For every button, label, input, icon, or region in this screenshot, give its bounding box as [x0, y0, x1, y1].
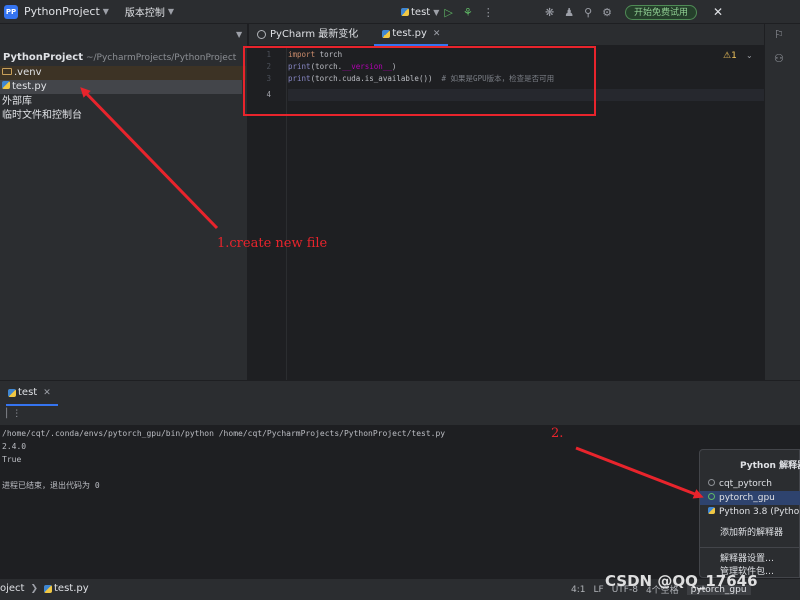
- add-user-icon[interactable]: ♟: [564, 6, 574, 19]
- settings-icon[interactable]: ⚙: [602, 6, 612, 19]
- chevron-down-icon: ▼: [102, 7, 109, 16]
- python-file-icon: [401, 8, 409, 16]
- ai-assistant-icon[interactable]: ❋: [545, 6, 554, 19]
- chevron-right-icon: ❯: [30, 583, 39, 594]
- vcs-label: 版本控制: [124, 8, 165, 19]
- python-file-icon: [2, 81, 10, 89]
- radio-icon: [708, 479, 715, 486]
- warning-indicator[interactable]: ⚠1: [723, 51, 737, 61]
- tab-label: test.py: [392, 27, 427, 39]
- tab-whats-new[interactable]: PyCharm 最新变化: [249, 24, 366, 46]
- run-config-label: test: [411, 6, 431, 18]
- root-project-path: ~/PycharmProjects/PythonProject: [85, 53, 237, 63]
- code-highlight-box: [243, 46, 596, 116]
- close-tab-icon[interactable]: ✕: [433, 23, 441, 45]
- popup-divider: [700, 547, 800, 548]
- tree-item-test-py[interactable]: test.py: [0, 80, 242, 94]
- run-tab-test[interactable]: test ✕: [8, 387, 51, 398]
- tree-item-label: 外部库: [2, 96, 32, 107]
- more-icon[interactable]: ⋮: [483, 6, 494, 19]
- search-icon[interactable]: ⚲: [584, 6, 592, 19]
- breadcrumb: oject ❯ test.py: [0, 583, 89, 594]
- folder-icon: [2, 68, 12, 75]
- ai-chat-icon[interactable]: ⚇: [774, 52, 784, 65]
- vcs-menu[interactable]: 版本控制 ▼: [125, 4, 174, 19]
- run-config-selector[interactable]: test ▼: [401, 7, 439, 18]
- add-interpreter-item[interactable]: 添加新的解释器: [700, 526, 800, 540]
- python-icon: [708, 507, 715, 514]
- run-toolbar-more[interactable]: │ ⋮: [4, 409, 21, 419]
- python-file-icon: [382, 29, 391, 38]
- tab-test-py[interactable]: test.py ✕: [374, 23, 449, 46]
- tree-item-scratches[interactable]: 临时文件和控制台: [2, 109, 82, 123]
- close-tab-icon[interactable]: ✕: [43, 388, 51, 398]
- tree-root-project[interactable]: PythonProject ~/PycharmProjects/PythonPro…: [3, 51, 236, 65]
- interpreter-popup: Python 解释器 cqt_pytorch pytorch_gpu Pytho…: [699, 449, 800, 578]
- debug-icon[interactable]: ⚘: [463, 6, 473, 19]
- globe-icon: [257, 30, 266, 39]
- chevron-down-icon[interactable]: ▼: [236, 30, 242, 39]
- radio-selected-icon: [708, 493, 715, 500]
- watermark: CSDN @QQ_17646: [605, 572, 758, 590]
- console-line: True: [2, 455, 22, 464]
- option-label: cqt_pytorch: [719, 479, 772, 489]
- console-line: 2.4.0: [2, 442, 27, 451]
- python-file-icon: [44, 584, 53, 593]
- option-label: pytorch_gpu: [719, 493, 775, 503]
- interpreter-settings-item[interactable]: 解释器设置…: [700, 552, 800, 566]
- interpreter-option-cqt-pytorch[interactable]: cqt_pytorch: [700, 477, 800, 491]
- tree-item-label: .venv: [14, 67, 42, 78]
- line-separator[interactable]: LF: [593, 585, 603, 595]
- right-tool-strip: ⚐ ⚇: [764, 24, 800, 380]
- option-label: Python 3.8 (Python: [719, 507, 800, 517]
- interpreter-option-pytorch-gpu[interactable]: pytorch_gpu: [700, 491, 800, 505]
- project-tool-window: ▼ PythonProject ~/PycharmProjects/PythonP…: [0, 24, 248, 380]
- active-tab-indicator: [6, 404, 58, 406]
- close-icon[interactable]: ✕: [713, 5, 723, 19]
- project-name: PythonProject: [24, 5, 100, 18]
- console-line: /home/cqt/.conda/envs/pytorch_gpu/bin/py…: [2, 429, 446, 438]
- python-file-icon: [8, 388, 16, 397]
- interpreter-option-python38[interactable]: Python 3.8 (Python: [700, 505, 800, 519]
- notifications-icon[interactable]: ⚐: [774, 28, 784, 41]
- editor-tab-bar: PyCharm 最新变化 test.py ✕: [249, 24, 764, 46]
- run-tool-window: test ✕ │ ⋮ /home/cqt/.conda/envs/pytorch…: [0, 380, 800, 579]
- breadcrumb-file[interactable]: test.py: [54, 583, 89, 594]
- chevron-down-icon: ▼: [167, 7, 175, 16]
- project-menu[interactable]: PythonProject ▼: [24, 5, 109, 18]
- annotation-step2: 2.: [551, 426, 564, 441]
- tree-item-label: test.py: [12, 81, 47, 92]
- console-output[interactable]: /home/cqt/.conda/envs/pytorch_gpu/bin/py…: [0, 425, 800, 579]
- titlebar-actions: ❋ ♟ ⚲ ⚙ 开始免费试用 ✕: [540, 0, 723, 24]
- chevron-down-icon: ▼: [433, 7, 440, 17]
- popup-title: Python 解释器: [740, 461, 800, 471]
- start-trial-button[interactable]: 开始免费试用: [625, 4, 698, 20]
- run-toolbar: test ▼ ▷ ⚘ ⋮: [401, 0, 499, 24]
- pycharm-logo-icon: PP: [4, 4, 18, 19]
- tree-item-external-libraries[interactable]: 外部库: [2, 95, 32, 109]
- run-tab-label: test: [18, 387, 38, 398]
- console-line: 进程已结束，退出代码为 0: [2, 481, 100, 490]
- breadcrumb-project[interactable]: oject: [0, 583, 24, 594]
- warning-count: 1: [731, 51, 737, 61]
- tab-label: PyCharm 最新变化: [270, 28, 359, 40]
- caret-position[interactable]: 4:1: [571, 585, 585, 595]
- tree-item-venv[interactable]: .venv: [0, 66, 246, 80]
- title-bar: PP PythonProject ▼ 版本控制 ▼ test ▼ ▷ ⚘ ⋮ ❋…: [0, 0, 800, 24]
- chevron-down-icon[interactable]: ⌄: [746, 51, 753, 60]
- run-icon[interactable]: ▷: [444, 6, 452, 19]
- annotation-step1: 1.create new file: [217, 236, 328, 251]
- tree-item-label: 临时文件和控制台: [2, 110, 82, 121]
- root-project-name: PythonProject: [3, 52, 83, 63]
